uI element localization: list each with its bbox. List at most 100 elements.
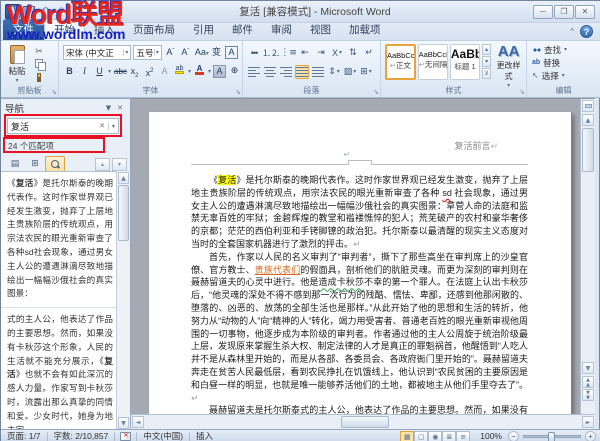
zoom-level-label[interactable]: 100%	[470, 431, 508, 441]
zoom-slider-handle[interactable]	[548, 432, 555, 441]
change-styles-button[interactable]: AA 更改样式 ▾	[493, 44, 524, 89]
help-icon[interactable]: ?	[580, 25, 593, 38]
nav-tab-pages[interactable]: ⊞	[25, 156, 45, 171]
doc-scroll-down-icon[interactable]: ▼	[582, 362, 594, 374]
nav-scroll-thumb[interactable]	[118, 185, 129, 241]
doc-paragraph[interactable]: 聂赫留道夫是托尔斯泰式的主人公，他表达了作品的主要思想。然而，如果没有卡秋莎这个…	[191, 404, 528, 414]
asian-layout-button[interactable]: X▾	[330, 46, 344, 60]
zoom-out-icon[interactable]: −	[508, 431, 519, 441]
sort-icon[interactable]: ⇅	[346, 46, 360, 60]
undo-icon[interactable]: ↶	[38, 5, 52, 19]
subscript-button[interactable]: x2	[128, 65, 141, 79]
zoom-in-icon[interactable]: +	[585, 431, 596, 441]
search-result-item[interactable]: 《复活》是托尔斯泰的晚期代表作。这时作家世界观已经发生激变，抛弃了上层地主贵族阶…	[1, 172, 117, 308]
clipboard-dialog-launcher-icon[interactable]: ⇘	[51, 89, 57, 96]
shading-button[interactable]: ▨▾	[343, 65, 357, 79]
document-body[interactable]: 《复活》是托尔斯泰的晚期代表作。这时作家世界观已经发生激变，抛弃了上层地主贵族阶…	[191, 174, 528, 414]
document-vertical-scrollbar[interactable]: ▲ ▼ ▲▲ ▼▼	[580, 99, 595, 414]
next-result-icon[interactable]: ▾	[112, 158, 127, 171]
justify-button[interactable]	[295, 65, 309, 79]
replace-button[interactable]: ab 替换	[532, 56, 598, 69]
tab-page-layout[interactable]: 页面布局	[124, 20, 184, 40]
style-heading1[interactable]: AaBb 标题 1	[450, 44, 480, 80]
underline-dropdown-icon[interactable]: ▾	[108, 68, 111, 75]
language-label[interactable]: 中文(中国)	[137, 430, 189, 441]
navigation-search-box[interactable]: ✕ ▾	[7, 118, 119, 134]
superscript-button[interactable]: x2	[143, 65, 156, 79]
align-right-button[interactable]	[279, 65, 293, 79]
nav-scroll-up-icon[interactable]: ▲	[118, 172, 129, 184]
strikethrough-button[interactable]: abc	[113, 65, 126, 79]
next-page-icon[interactable]: ▼▼	[582, 389, 594, 401]
search-options-dropdown-icon[interactable]: ▾	[108, 123, 118, 130]
copy-icon[interactable]	[31, 59, 47, 71]
tab-references[interactable]: 引用	[184, 20, 223, 40]
navigation-pane-menu-icon[interactable]: ▼	[103, 104, 114, 112]
tab-addins[interactable]: 加载项	[340, 20, 390, 40]
view-draft-icon[interactable]: ≡	[456, 431, 470, 441]
style-normal[interactable]: AaBbCcDd ↵正文	[385, 44, 416, 80]
borders-button[interactable]: ⊞▾	[359, 65, 373, 79]
doc-paragraph[interactable]: 首先，作家以人民的名义审判了“审判者”，撕下了那些高坐在审判席上的沙皇官僚、官方…	[191, 251, 528, 405]
tab-home[interactable]: 开始	[44, 19, 85, 40]
paragraph-dialog-launcher-icon[interactable]: ⇘	[373, 89, 379, 96]
increase-indent-icon[interactable]: ⇥	[314, 46, 328, 60]
qat-dropdown-icon[interactable]: ▾	[72, 8, 76, 16]
clear-search-icon[interactable]: ✕	[96, 122, 108, 130]
view-outline-icon[interactable]: ≣	[442, 431, 456, 441]
enclose-characters-icon[interactable]: ⊕	[228, 65, 241, 79]
doc-paragraph[interactable]: 《复活》是托尔斯泰的晚期代表作。这时作家世界观已经发生激变，抛弃了上层地主贵族阶…	[191, 174, 528, 251]
text-highlight-button[interactable]: ab	[173, 65, 186, 79]
bullets-button[interactable]: •••	[247, 46, 261, 60]
document-page[interactable]: 复活前言↵ ↵ 《复活》是托尔斯泰的晚期代表作。这时作家世界观已经发生激变，抛弃…	[149, 112, 571, 414]
redo-icon[interactable]: ↷	[55, 5, 69, 19]
styles-gallery-more-icon[interactable]: ⊻	[482, 68, 491, 79]
paste-dropdown-icon[interactable]: ▾	[15, 77, 18, 84]
navigation-pane-close-icon[interactable]: ✕	[114, 104, 126, 112]
ruler-toggle-icon[interactable]	[582, 100, 594, 112]
font-dialog-launcher-icon[interactable]: ⇘	[235, 89, 241, 96]
view-print-layout-icon[interactable]: ▦	[400, 431, 414, 441]
character-shading-button[interactable]: A	[213, 65, 226, 78]
view-fullscreen-icon[interactable]: ▢	[414, 431, 428, 441]
save-icon[interactable]	[23, 6, 35, 18]
zoom-slider[interactable]	[523, 435, 581, 438]
cut-icon[interactable]: ✂	[31, 46, 47, 57]
phonetic-guide-button[interactable]: 变	[210, 46, 223, 60]
styles-dialog-launcher-icon[interactable]: ⇘	[519, 89, 525, 96]
proofing-errors-icon[interactable]	[120, 432, 131, 441]
tab-file[interactable]: 文件	[3, 19, 44, 40]
font-name-combo[interactable]: 宋体 (中文正 ▾	[63, 45, 131, 60]
italic-button[interactable]: I	[78, 65, 91, 79]
character-border-button[interactable]: A	[225, 46, 238, 59]
h-scroll-thumb[interactable]	[341, 416, 389, 428]
tab-view[interactable]: 视图	[301, 20, 340, 40]
distribute-button[interactable]	[311, 65, 325, 79]
close-button[interactable]: ✕	[575, 5, 595, 19]
search-input[interactable]	[8, 121, 96, 131]
style-no-spacing[interactable]: AaBbCcDd ↵无间隔	[418, 44, 448, 80]
insert-mode-label[interactable]: 插入	[190, 430, 219, 441]
format-painter-icon[interactable]	[31, 73, 47, 85]
grow-font-button[interactable]: Aˆ	[164, 46, 177, 60]
search-result-item[interactable]: 式的主人公，他表达了作品的主要思想。然而，如果没有卡秋莎这个形象，人民的生活就不…	[1, 308, 117, 430]
shrink-font-button[interactable]: Aˇ	[179, 46, 192, 60]
document-horizontal-scrollbar[interactable]: ◄ ►	[131, 414, 595, 429]
h-scroll-left-icon[interactable]: ◄	[132, 416, 144, 428]
align-center-button[interactable]	[263, 65, 277, 79]
numbering-button[interactable]: ⒈⒉	[263, 46, 279, 60]
styles-scroll-down-icon[interactable]: ▾	[482, 56, 491, 67]
paste-button[interactable]: 粘贴 ▾	[3, 43, 31, 84]
align-left-button[interactable]	[247, 65, 261, 79]
find-button[interactable]: 查找 ▾	[532, 43, 598, 56]
font-color-button[interactable]: A	[193, 65, 206, 79]
multilevel-list-button[interactable]: ⋮≡	[281, 46, 296, 60]
word-app-icon[interactable]: W	[5, 4, 20, 19]
tab-insert[interactable]: 插入	[85, 20, 124, 40]
select-button[interactable]: ↖ 选择 ▾	[532, 69, 598, 82]
clear-formatting-button[interactable]: A	[158, 65, 171, 79]
doc-scroll-thumb[interactable]	[582, 128, 594, 172]
bold-button[interactable]: B	[63, 65, 76, 79]
tab-mailings[interactable]: 邮件	[223, 20, 262, 40]
decrease-indent-icon[interactable]: ⇤	[298, 46, 312, 60]
